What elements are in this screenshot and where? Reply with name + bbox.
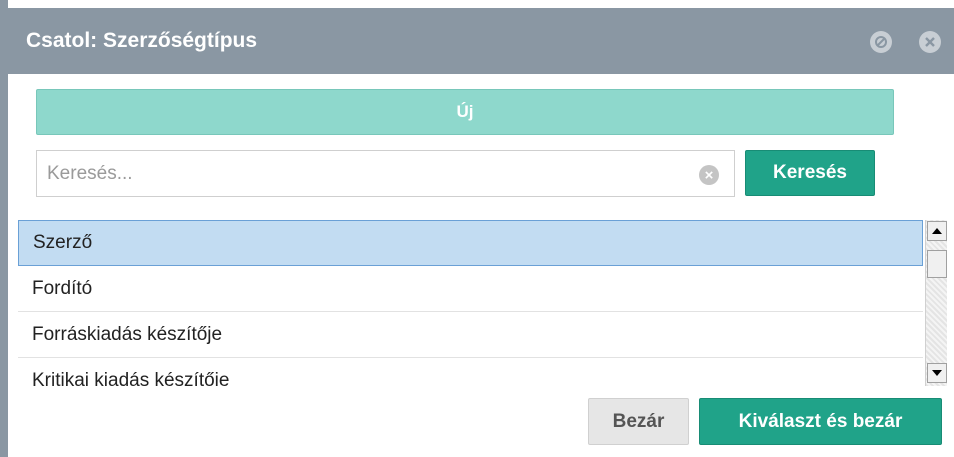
list-item-label: Kritikai kiadás készítője (32, 369, 230, 387)
result-list: Szerző Fordító Forráskiadás készítője Kr… (18, 220, 923, 386)
list-item[interactable]: Kritikai kiadás készítője (18, 358, 923, 387)
block-icon[interactable] (870, 31, 892, 53)
scroll-down-arrow-icon[interactable] (927, 363, 947, 383)
scroll-thumb[interactable] (927, 250, 947, 278)
list-scrollbar[interactable] (925, 220, 947, 386)
clear-search-icon[interactable]: × (699, 165, 719, 185)
list-item[interactable]: Fordító (18, 266, 923, 312)
select-and-close-button[interactable]: Kiválaszt és bezár (699, 398, 942, 445)
close-icon[interactable] (919, 31, 941, 53)
list-item[interactable]: Szerző (18, 220, 923, 266)
search-button[interactable]: Keresés (745, 150, 875, 196)
list-item-label: Szerző (33, 232, 93, 253)
list-item-label: Fordító (32, 277, 93, 299)
attach-dialog: Csatol: Szerzőségtípus Új × Keresés Szer… (0, 0, 954, 457)
dialog-left-border (0, 0, 8, 457)
close-icon-glyph (925, 37, 935, 47)
scroll-up-arrow-icon[interactable] (927, 221, 947, 241)
triangle-up-icon (932, 228, 942, 234)
close-button[interactable]: Bezár (588, 398, 689, 445)
dialog-titlebar[interactable]: Csatol: Szerzőségtípus (8, 8, 954, 74)
list-item-label: Forráskiadás készítője (32, 323, 223, 345)
dialog-title: Csatol: Szerzőségtípus (26, 29, 258, 52)
search-input[interactable] (47, 162, 687, 186)
list-item[interactable]: Forráskiadás készítője (18, 312, 923, 358)
block-icon-glyph (875, 36, 887, 48)
triangle-down-icon (932, 370, 942, 376)
new-button[interactable]: Új (36, 89, 894, 135)
search-box: × (36, 150, 735, 197)
